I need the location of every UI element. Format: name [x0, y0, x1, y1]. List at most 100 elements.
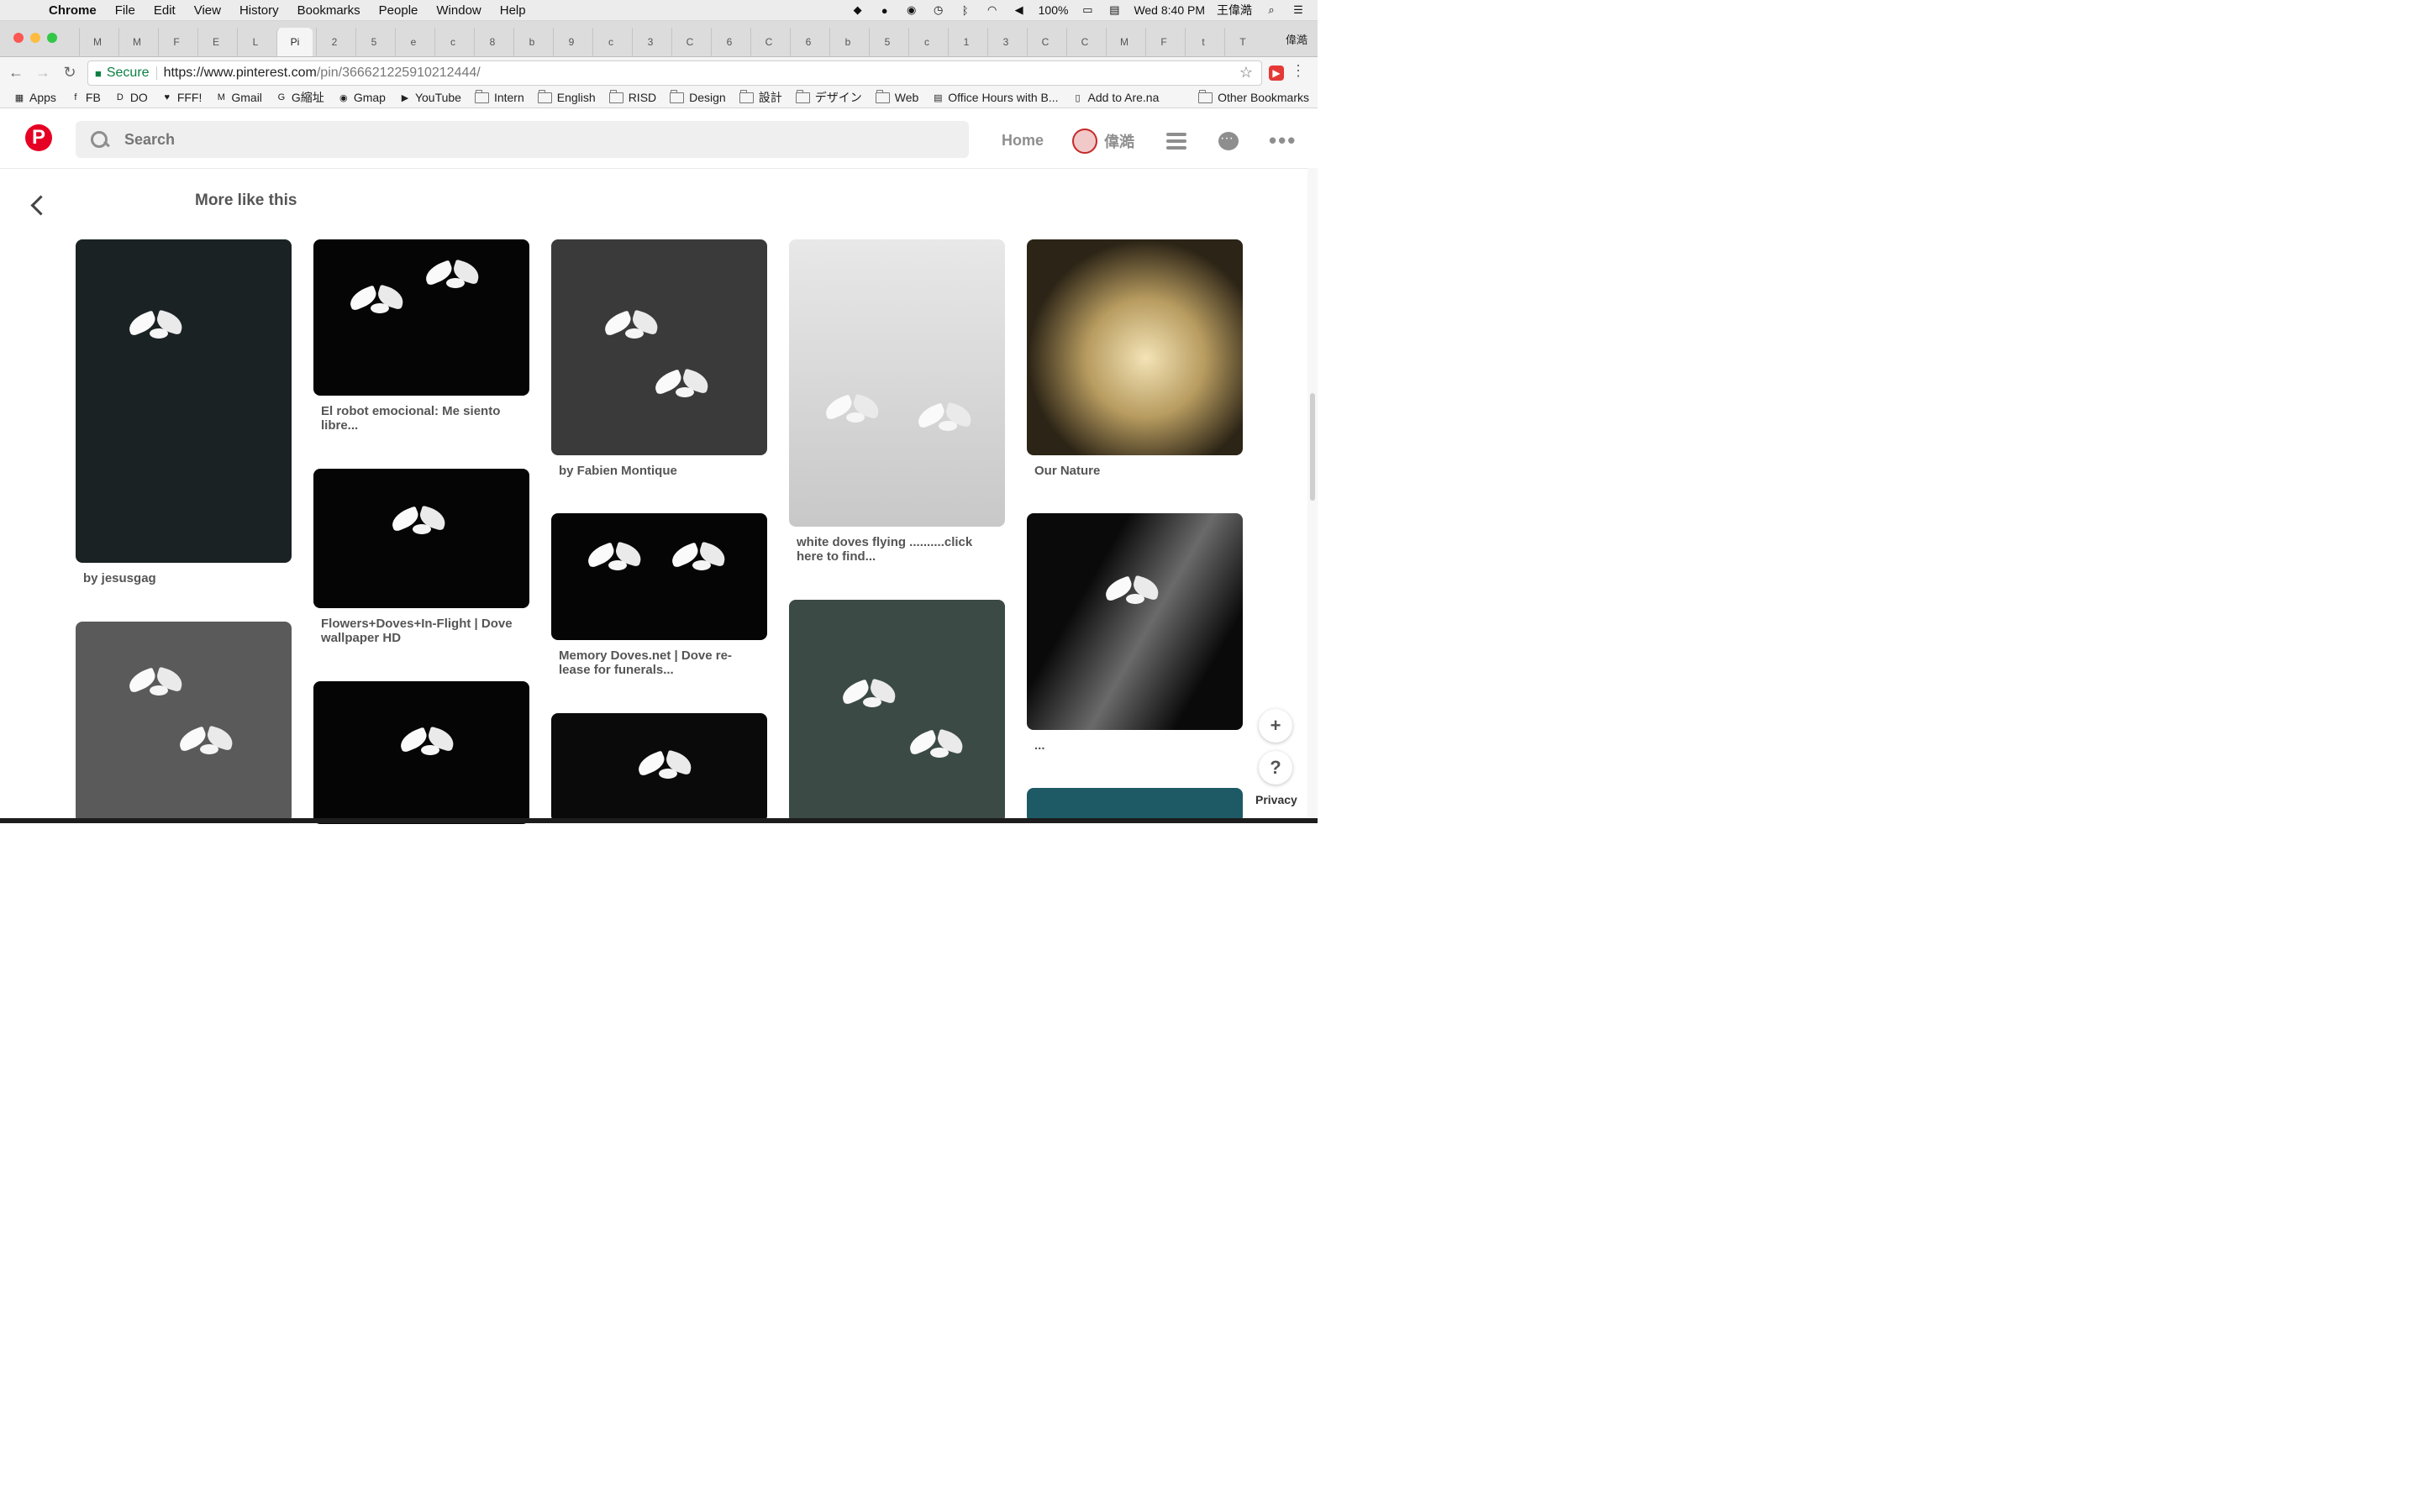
pin-image[interactable]	[789, 600, 1005, 823]
bookmark-item[interactable]: ♥ FFF!	[161, 91, 203, 104]
browser-tab[interactable]: E	[197, 28, 234, 56]
pin-caption[interactable]: Flowers+Doves+In-Flight | Dove wallpaper…	[321, 617, 522, 645]
pin-card[interactable]	[551, 713, 767, 831]
bookmark-item[interactable]: 設計	[739, 89, 782, 106]
browser-tab[interactable]: F	[1145, 28, 1181, 56]
browser-tab[interactable]: Pi	[276, 28, 313, 56]
bookmark-item[interactable]: ▶ YouTube	[399, 91, 461, 104]
menu-file[interactable]: File	[115, 3, 135, 18]
pin-caption[interactable]: ...	[1034, 738, 1235, 753]
volume-icon[interactable]: ◀	[1012, 3, 1027, 18]
minimize-window-icon[interactable]	[30, 33, 40, 43]
pin-image[interactable]	[313, 681, 529, 824]
bookmark-item[interactable]: RISD	[608, 89, 656, 104]
profile-link[interactable]: 偉澔	[1104, 130, 1134, 152]
browser-tab[interactable]: C	[671, 28, 708, 56]
back-icon[interactable]: ←	[5, 61, 27, 83]
battery-icon[interactable]: ▭	[1080, 3, 1095, 18]
pin-card[interactable]	[313, 681, 529, 832]
search-bar[interactable]	[76, 121, 969, 158]
notification-center-icon[interactable]: ☰	[1291, 3, 1306, 18]
bookmark-item[interactable]: デザイン	[795, 89, 862, 106]
browser-tab[interactable]: t	[1185, 28, 1221, 56]
zoom-window-icon[interactable]	[47, 33, 57, 43]
pin-card[interactable]	[789, 600, 1005, 832]
bookmark-item[interactable]: Web	[875, 89, 918, 104]
us-flag-icon[interactable]: ▤	[1107, 3, 1122, 18]
browser-tab[interactable]: 8	[474, 28, 510, 56]
bookmark-item[interactable]: D DO	[114, 91, 148, 104]
scrollbar[interactable]	[1307, 168, 1318, 823]
battery-percent[interactable]: 100%	[1039, 3, 1069, 17]
bookmark-item[interactable]: ▤ Office Hours with B...	[932, 91, 1058, 104]
avatar[interactable]	[1072, 128, 1098, 154]
browser-tab[interactable]: T	[1224, 28, 1260, 56]
browser-tab[interactable]: 5	[355, 28, 392, 56]
pin-image[interactable]	[551, 239, 767, 455]
pin-caption[interactable]: El robot emocional: Me siento libre...	[321, 404, 522, 433]
browser-tab[interactable]: e	[395, 28, 431, 56]
pin-image[interactable]	[1027, 513, 1243, 730]
pin-card[interactable]: by Fabien Montique	[551, 239, 767, 478]
browser-tab[interactable]: M	[1106, 28, 1142, 56]
extension-icon[interactable]: ▶	[1269, 66, 1284, 81]
browser-tab[interactable]: C	[750, 28, 786, 56]
browser-tab[interactable]: 1	[948, 28, 984, 56]
address-bar[interactable]: ■ Secure https://www.pinterest.com/pin/3…	[87, 60, 1262, 86]
clock[interactable]: Wed 8:40 PM	[1134, 3, 1205, 17]
wifi-icon[interactable]: ◠	[985, 3, 1000, 18]
browser-tab[interactable]: 3	[632, 28, 668, 56]
bookmark-item[interactable]: G G縮址	[276, 89, 324, 106]
forward-icon[interactable]: →	[32, 61, 54, 83]
pin-card[interactable]	[76, 622, 292, 832]
time-machine-icon[interactable]: ◷	[931, 3, 946, 18]
pin-card[interactable]: Flowers+Doves+In-Flight | Dove wallpaper…	[313, 469, 529, 645]
bookmark-star-icon[interactable]: ☆	[1239, 64, 1253, 81]
pin-image[interactable]	[313, 239, 529, 396]
creative-cloud-icon[interactable]: ●	[877, 3, 892, 18]
browser-tab[interactable]: c	[592, 28, 629, 56]
pin-image[interactable]	[313, 469, 529, 608]
bluetooth-icon[interactable]: ᛒ	[958, 3, 973, 18]
menu-view[interactable]: View	[194, 3, 221, 18]
browser-tab[interactable]: c	[434, 28, 471, 56]
browser-tab[interactable]: 3	[987, 28, 1023, 56]
profile-button[interactable]: 偉澔	[1286, 31, 1307, 47]
other-bookmarks[interactable]: Other Bookmarks	[1198, 89, 1309, 104]
menu-icon[interactable]	[1166, 132, 1187, 150]
shazam-icon[interactable]: ◉	[904, 3, 919, 18]
chrome-menu-icon[interactable]: ⋮	[1291, 62, 1306, 80]
pin-image[interactable]	[551, 513, 767, 640]
pin-image[interactable]	[76, 622, 292, 823]
pin-caption[interactable]: Our Nature	[1034, 464, 1235, 478]
browser-tab[interactable]: M	[118, 28, 155, 56]
privacy-link[interactable]: Privacy	[1255, 793, 1297, 806]
menu-app-name[interactable]: Chrome	[49, 3, 97, 18]
menu-history[interactable]: History	[239, 3, 279, 18]
pin-card[interactable]: El robot emocional: Me siento libre...	[313, 239, 529, 433]
browser-tab[interactable]: 2	[316, 28, 352, 56]
scrollbar-thumb[interactable]	[1310, 393, 1315, 501]
back-arrow-icon[interactable]	[30, 195, 51, 216]
more-options-icon[interactable]: •••	[1269, 128, 1297, 154]
browser-tab[interactable]: 5	[869, 28, 905, 56]
browser-tab[interactable]: C	[1027, 28, 1063, 56]
browser-tab[interactable]: M	[79, 28, 115, 56]
pinterest-logo-icon[interactable]: P	[25, 124, 52, 151]
menu-people[interactable]: People	[379, 3, 418, 18]
bookmark-item[interactable]: ▦ Apps	[13, 91, 56, 104]
browser-tab[interactable]: L	[237, 28, 273, 56]
home-link[interactable]: Home	[1002, 132, 1044, 150]
pin-card[interactable]: Memory Doves.net | Dove re-lease for fun…	[551, 513, 767, 677]
pin-caption[interactable]: white doves flying ..........click here …	[797, 535, 997, 564]
browser-tab[interactable]: b	[513, 28, 550, 56]
pin-image[interactable]	[1027, 239, 1243, 455]
bookmark-item[interactable]: Design	[670, 89, 726, 104]
reload-icon[interactable]: ↻	[59, 61, 81, 83]
add-icon[interactable]: +	[1259, 709, 1292, 743]
bookmark-item[interactable]: English	[537, 89, 596, 104]
browser-tab[interactable]: C	[1066, 28, 1102, 56]
pin-card[interactable]: white doves flying ..........click here …	[789, 239, 1005, 564]
dropbox-icon[interactable]: ◆	[850, 3, 865, 18]
browser-tab[interactable]: b	[829, 28, 865, 56]
